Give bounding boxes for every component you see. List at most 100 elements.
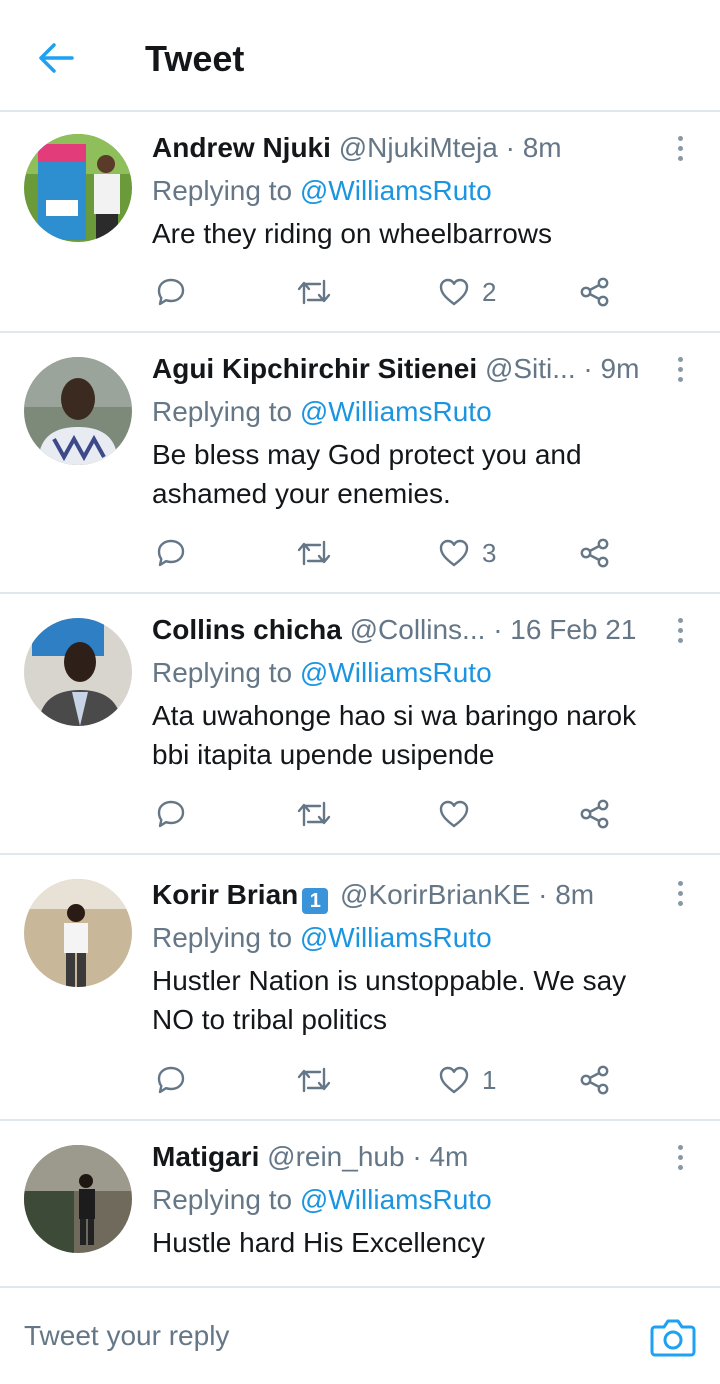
share-icon xyxy=(580,277,609,307)
like-count: 1 xyxy=(482,1065,497,1095)
retweet-icon xyxy=(297,540,331,566)
reply-icon xyxy=(157,539,185,567)
replying-to: Replying to @WilliamsRuto xyxy=(152,172,660,210)
page-title: Tweet xyxy=(145,38,245,79)
retweet-icon xyxy=(297,1067,331,1093)
replying-to-mention[interactable]: @WilliamsRuto xyxy=(300,1184,492,1215)
camera-icon xyxy=(650,1319,696,1357)
avatar[interactable] xyxy=(24,134,132,242)
kebab-dot xyxy=(677,1154,683,1160)
share-icon xyxy=(580,538,609,568)
separator-dot: · xyxy=(538,879,548,910)
reply-button[interactable] xyxy=(156,1060,186,1100)
like-button[interactable]: 3 xyxy=(438,533,496,573)
author-handle[interactable]: @rein_hub xyxy=(267,1141,404,1172)
timestamp[interactable]: 4m xyxy=(429,1141,468,1172)
retweet-button[interactable] xyxy=(296,533,332,573)
kebab-dot xyxy=(677,637,683,643)
replying-to-label: Replying to xyxy=(152,396,300,427)
more-options-button[interactable] xyxy=(670,610,690,650)
reply-input[interactable]: Tweet your reply xyxy=(24,1318,229,1354)
more-options-button[interactable] xyxy=(670,1137,690,1177)
replying-to: Replying to @WilliamsRuto xyxy=(152,919,660,957)
heart-icon xyxy=(439,539,469,567)
reply-icon xyxy=(157,1066,185,1094)
author-name[interactable]: Collins chicha xyxy=(152,614,342,645)
more-options-button[interactable] xyxy=(670,873,690,913)
reply-icon xyxy=(157,278,185,306)
heart-icon xyxy=(439,1066,469,1094)
replying-to-mention[interactable]: @WilliamsRuto xyxy=(300,396,492,427)
replying-to-mention[interactable]: @WilliamsRuto xyxy=(300,657,492,688)
author-handle[interactable]: @KorirBrianKE xyxy=(340,879,530,910)
tweet-text: Be bless may God protect you and ashamed… xyxy=(152,439,582,509)
more-options-button[interactable] xyxy=(670,349,690,389)
author-handle[interactable]: @Collins... xyxy=(350,614,486,645)
replying-to: Replying to @WilliamsRuto xyxy=(152,654,660,692)
kebab-dot xyxy=(677,1144,683,1150)
reply-tweet[interactable]: Matigari @rein_hub · 4m Replying to @Wil… xyxy=(0,1121,720,1286)
reply-tweet[interactable]: Collins chicha @Collins... · 16 Feb 21 R… xyxy=(0,594,720,855)
timestamp[interactable]: 9m xyxy=(601,353,640,384)
kebab-dot xyxy=(677,366,683,372)
author-name[interactable]: Matigari xyxy=(152,1141,259,1172)
like-button[interactable]: 2 xyxy=(438,272,496,312)
retweet-icon xyxy=(297,801,331,827)
author-name[interactable]: Andrew Njuki xyxy=(152,132,331,163)
timestamp[interactable]: 16 Feb 21 xyxy=(510,614,636,645)
share-button[interactable] xyxy=(578,272,612,312)
replying-to-mention[interactable]: @WilliamsRuto xyxy=(300,922,492,953)
arrow-left-icon xyxy=(39,43,74,73)
author-name[interactable]: Korir Brian xyxy=(152,879,298,910)
timestamp[interactable]: 8m xyxy=(523,132,562,163)
retweet-button[interactable] xyxy=(296,272,332,312)
more-options-button[interactable] xyxy=(670,128,690,168)
author-name[interactable]: Agui Kipchirchir Sitienei xyxy=(152,353,477,384)
replying-to-label: Replying to xyxy=(152,922,300,953)
replying-to-label: Replying to xyxy=(152,1184,300,1215)
reply-icon xyxy=(157,800,185,828)
author-handle[interactable]: @Siti... xyxy=(485,353,576,384)
share-button[interactable] xyxy=(578,533,612,573)
avatar[interactable] xyxy=(24,357,132,465)
reply-tweet[interactable]: Andrew Njuki @NjukiMteja · 8m Replying t… xyxy=(0,112,720,333)
tweet-meta: Korir Brian 1 @KorirBrianKE · 8m xyxy=(152,877,660,917)
share-icon xyxy=(580,1065,609,1095)
tweet-meta: Andrew Njuki @NjukiMteja · 8m xyxy=(152,130,660,170)
tweet-text: Ata uwahonge hao si wa baringo narok bbi… xyxy=(152,700,637,770)
retweet-button[interactable] xyxy=(296,794,332,834)
kebab-dot xyxy=(677,890,683,896)
kebab-dot xyxy=(677,617,683,623)
heart-icon xyxy=(439,800,469,828)
reply-button[interactable] xyxy=(156,272,186,312)
replying-to-mention[interactable]: @WilliamsRuto xyxy=(300,175,492,206)
kebab-dot xyxy=(677,880,683,886)
reply-tweet[interactable]: Korir Brian 1 @KorirBrianKE · 8m Replying… xyxy=(0,855,720,1121)
kebab-dot xyxy=(677,145,683,151)
reply-tweet[interactable]: Agui Kipchirchir Sitienei @Siti... · 9m … xyxy=(0,333,720,594)
replying-to-label: Replying to xyxy=(152,657,300,688)
author-handle[interactable]: @NjukiMteja xyxy=(339,132,498,163)
like-count: 2 xyxy=(482,277,497,307)
tweet-actions: 3 xyxy=(152,533,632,573)
like-button[interactable] xyxy=(438,794,470,834)
share-button[interactable] xyxy=(578,1060,612,1100)
like-button[interactable]: 1 xyxy=(438,1060,496,1100)
camera-button[interactable] xyxy=(650,1316,696,1358)
back-button[interactable] xyxy=(30,36,82,80)
reply-button[interactable] xyxy=(156,794,186,834)
tweet-actions xyxy=(152,794,632,834)
retweet-button[interactable] xyxy=(296,1060,332,1100)
tweet-meta: Agui Kipchirchir Sitienei @Siti... · 9m xyxy=(152,351,660,391)
share-button[interactable] xyxy=(578,794,612,834)
tweet-text: Hustle hard His Excellency xyxy=(152,1227,486,1258)
share-icon xyxy=(580,799,609,829)
tweet-actions: 1 xyxy=(152,1060,632,1100)
avatar[interactable] xyxy=(24,618,132,726)
retweet-icon xyxy=(297,279,331,305)
timestamp[interactable]: 8m xyxy=(555,879,594,910)
kebab-dot xyxy=(677,1164,683,1170)
avatar[interactable] xyxy=(24,879,132,987)
reply-button[interactable] xyxy=(156,533,186,573)
avatar[interactable] xyxy=(24,1145,132,1253)
